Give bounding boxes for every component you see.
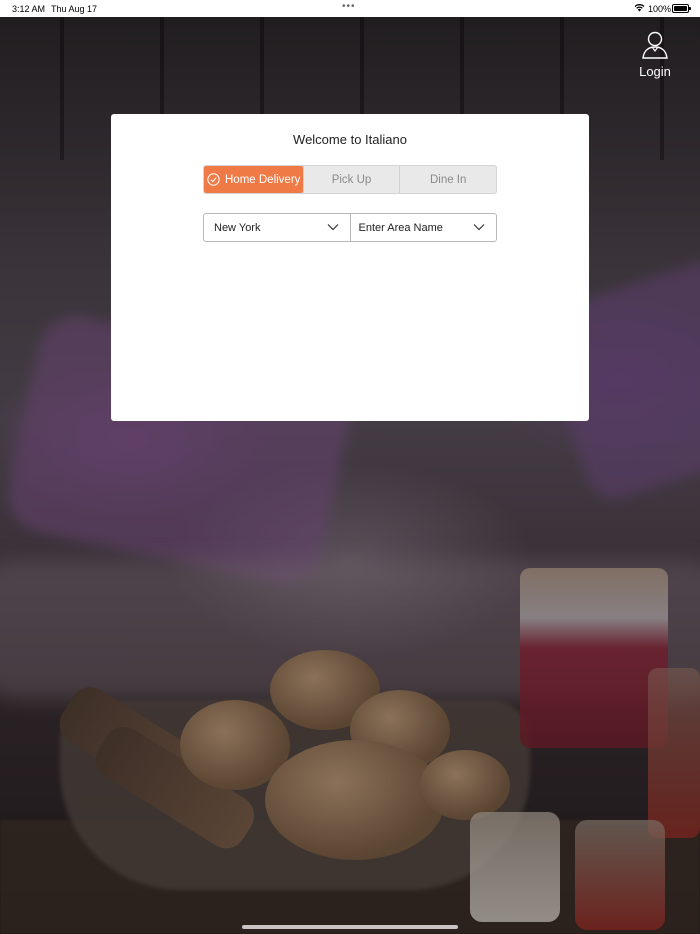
battery-percent: 100% [648, 4, 672, 14]
multitasking-dots-icon[interactable]: ••• [342, 1, 356, 12]
order-type-selector: Home Delivery Pick Up Dine In [203, 165, 497, 194]
dialog-title: Welcome to Italiano [293, 132, 407, 147]
city-select[interactable]: New York [204, 214, 350, 241]
area-select[interactable]: Enter Area Name [349, 214, 497, 241]
chevron-down-icon [473, 222, 485, 232]
status-time: 3:12 AM [12, 4, 46, 14]
wifi-icon [634, 3, 645, 14]
check-circle-icon [207, 173, 220, 186]
battery-icon [672, 4, 691, 13]
tab-dine-in[interactable]: Dine In [399, 166, 496, 193]
home-indicator[interactable] [242, 925, 458, 929]
login-label: Login [639, 64, 671, 79]
area-select-value: Enter Area Name [358, 222, 443, 234]
tab-home-delivery[interactable]: Home Delivery [204, 166, 303, 193]
city-select-value: New York [214, 222, 261, 234]
tab-pick-up[interactable]: Pick Up [302, 166, 400, 193]
location-selectors: New York Enter Area Name [203, 213, 497, 242]
status-bar: 3:12 AM Thu Aug 17 ••• 100% [0, 0, 700, 17]
status-date: Thu Aug 17 [51, 4, 98, 14]
welcome-dialog: Welcome to Italiano Home Delivery Pick U… [111, 114, 589, 421]
chevron-down-icon [327, 222, 339, 232]
tab-pick-up-label: Pick Up [331, 173, 372, 186]
tab-dine-in-label: Dine In [429, 173, 467, 186]
login-button[interactable]: Login [632, 30, 678, 79]
tab-home-delivery-label: Home Delivery [225, 173, 301, 186]
user-icon [640, 30, 670, 62]
